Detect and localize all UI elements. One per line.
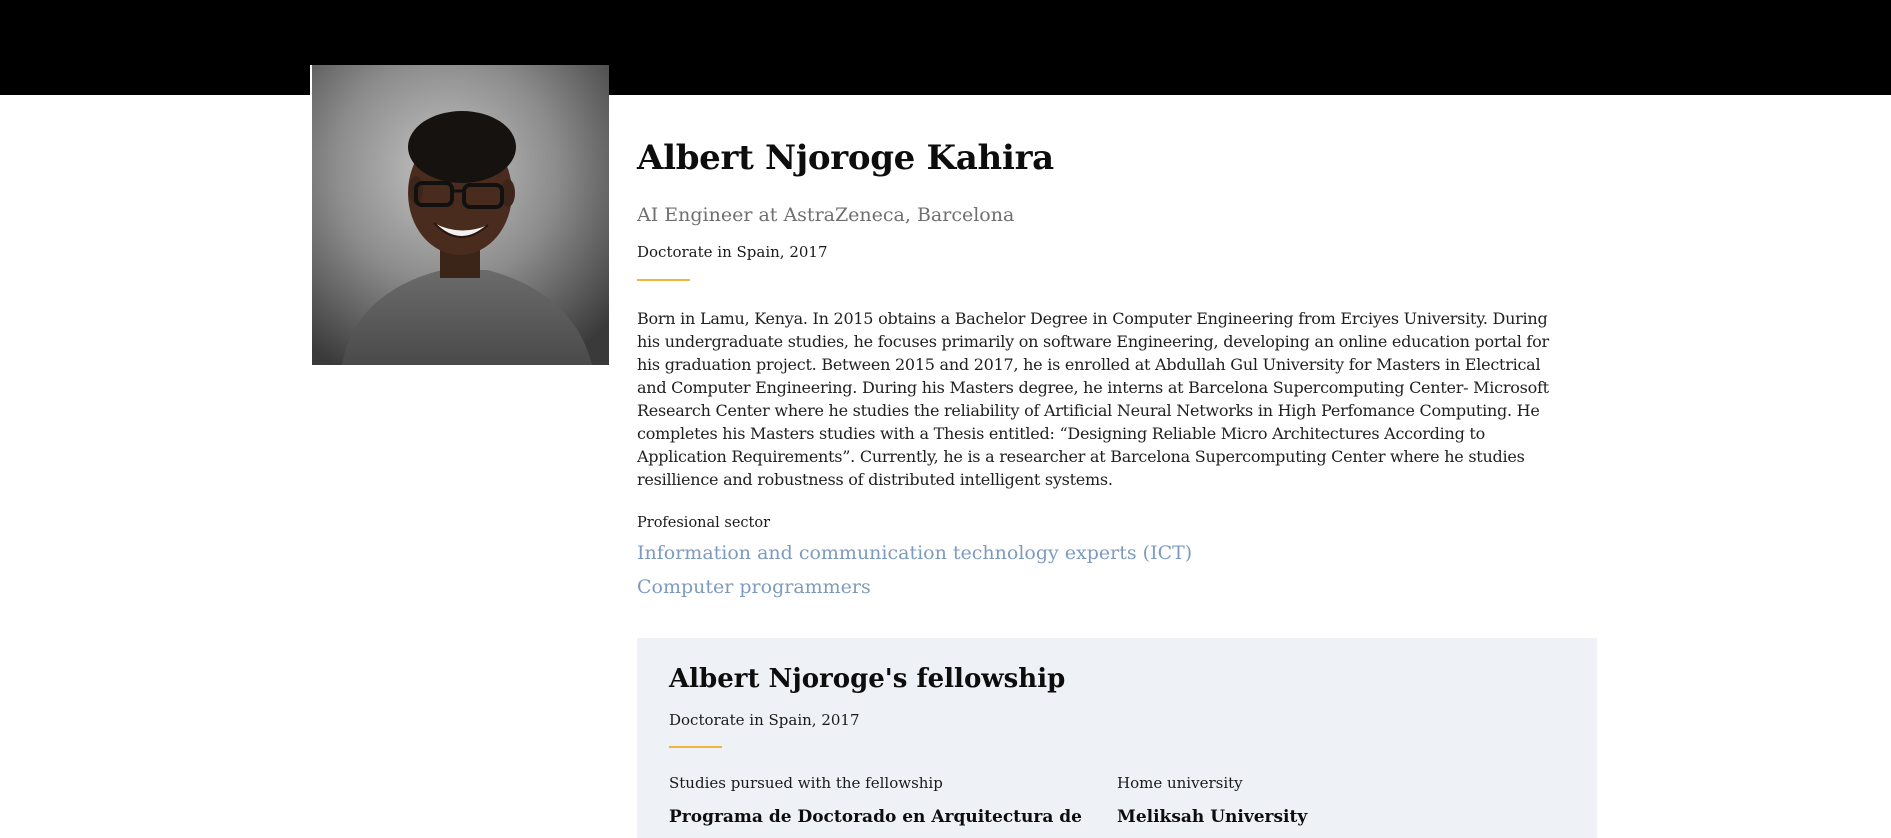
profile-position: AI Engineer at AstraZeneca, Barcelona [637,204,1015,226]
fellowship-degree: Doctorate in Spain, 2017 [669,711,860,729]
profile-degree: Doctorate in Spain, 2017 [637,243,828,261]
fellowship-panel: Albert Njoroge's fellowship Doctorate in… [637,638,1597,838]
studies-value: Programa de Doctorado en Arquitectura de [669,807,1082,827]
sector-label: Profesional sector [637,515,771,531]
profile-content: Albert Njoroge Kahira AI Engineer at Ast… [637,130,1597,600]
studies-label: Studies pursued with the fellowship [669,774,943,792]
fellowship-accent-divider [669,746,722,748]
home-university-value: Meliksah University [1117,807,1308,827]
sector-link-ict[interactable]: Information and communication technology… [637,540,1597,566]
sector-link-programmers[interactable]: Computer programmers [637,574,1597,600]
home-university-label: Home university [1117,774,1243,792]
profile-photo [310,65,609,365]
fellowship-title: Albert Njoroge's fellowship [669,664,1066,694]
profile-name: Albert Njoroge Kahira [637,138,1054,178]
accent-divider [637,279,690,281]
studies-column: Studies pursued with the fellowship Prog… [669,773,1117,829]
profile-bio: Born in Lamu, Kenya. In 2015 obtains a B… [637,309,1549,489]
home-university-column: Home university Meliksah University [1117,773,1565,829]
top-header-bar [0,0,1891,95]
